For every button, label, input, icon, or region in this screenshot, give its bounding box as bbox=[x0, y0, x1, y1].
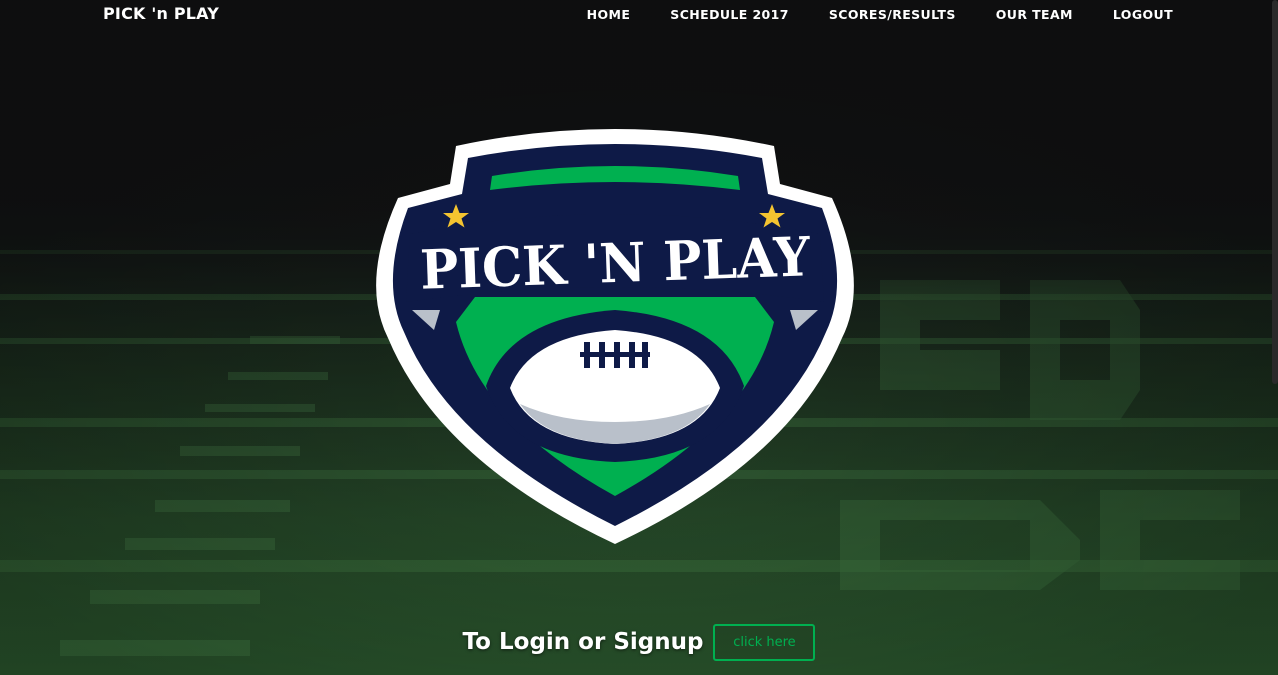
navbar: PICK 'n PLAY HOME SCHEDULE 2017 SCORES/R… bbox=[0, 0, 1278, 28]
scrollbar-thumb[interactable] bbox=[1272, 0, 1278, 384]
logo-text: PICK 'N PLAY bbox=[419, 224, 812, 302]
nav-home[interactable]: HOME bbox=[587, 7, 631, 22]
nav-logout[interactable]: LOGOUT bbox=[1113, 7, 1173, 22]
nav-links: HOME SCHEDULE 2017 SCORES/RESULTS OUR TE… bbox=[587, 7, 1173, 22]
login-signup-cta: To Login or Signup click here bbox=[0, 622, 1278, 661]
nav-our-team[interactable]: OUR TEAM bbox=[996, 7, 1073, 22]
click-here-button[interactable]: click here bbox=[713, 624, 816, 661]
brand-link[interactable]: PICK 'n PLAY bbox=[103, 4, 219, 23]
page: PICK 'n PLAY HOME SCHEDULE 2017 SCORES/R… bbox=[0, 0, 1278, 675]
scrollbar[interactable] bbox=[1271, 0, 1278, 675]
cta-text: To Login or Signup bbox=[462, 628, 704, 655]
pick-n-play-logo: PICK 'N PLAY bbox=[376, 129, 854, 544]
nav-schedule[interactable]: SCHEDULE 2017 bbox=[670, 7, 789, 22]
nav-scores-results[interactable]: SCORES/RESULTS bbox=[829, 7, 956, 22]
